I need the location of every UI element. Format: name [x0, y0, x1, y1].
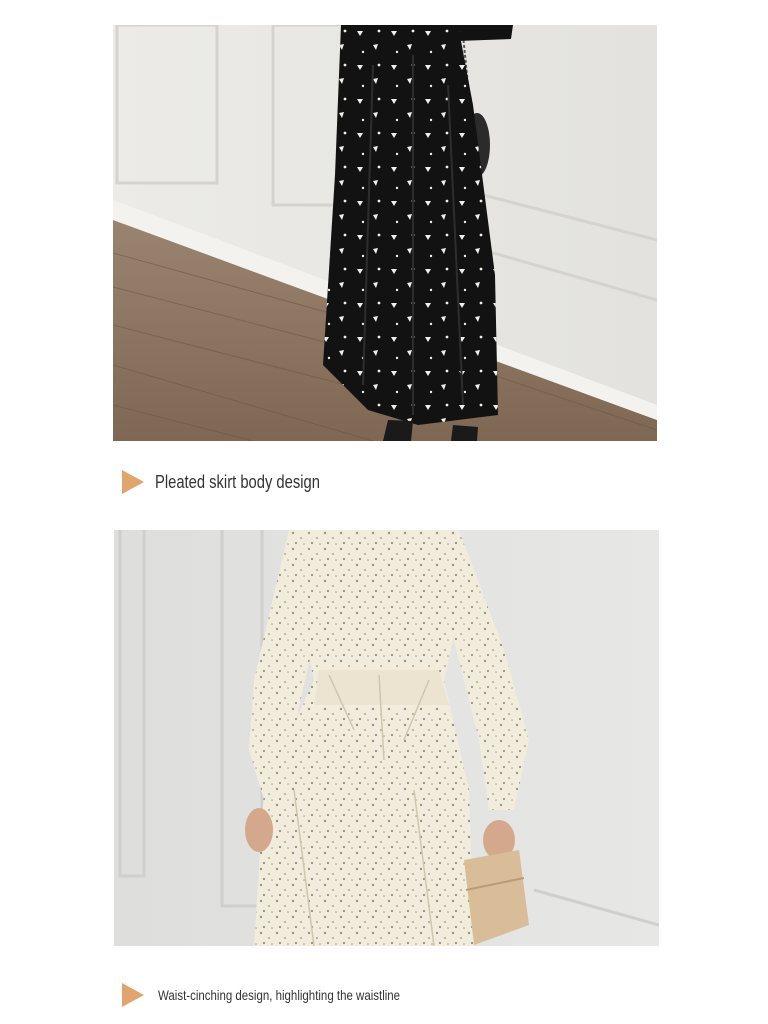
product-photo-black-dress: [113, 25, 657, 441]
caption-pleated-skirt: Pleated skirt body design: [155, 471, 320, 492]
play-arrow-icon: [122, 470, 144, 494]
caption-waist-cinching: Waist-cinching design, highlighting the …: [158, 987, 401, 1003]
caption-row-2: Waist-cinching design, highlighting the …: [122, 983, 453, 1007]
caption-row-1: Pleated skirt body design: [122, 470, 356, 494]
product-photo-floral-dress: [114, 530, 659, 946]
play-arrow-icon: [122, 983, 144, 1007]
